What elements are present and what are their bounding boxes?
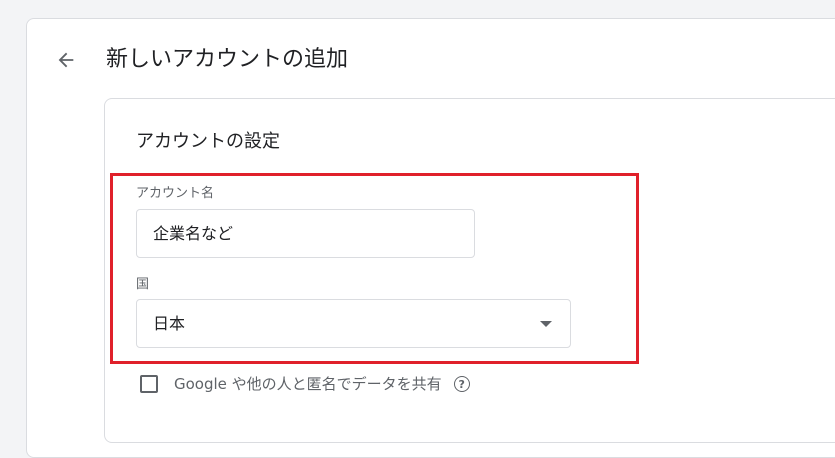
section-title: アカウントの設定 <box>136 131 280 152</box>
share-data-option: Google や他の人と匿名でデータを共有 ? <box>140 372 470 396</box>
page-title: 新しいアカウントの追加 <box>106 47 349 72</box>
share-data-checkbox[interactable] <box>140 375 158 393</box>
country-label: 国 <box>136 277 150 292</box>
dropdown-arrow-icon <box>540 321 552 327</box>
country-selected-value: 日本 <box>153 314 186 333</box>
share-data-label: Google や他の人と匿名でデータを共有 <box>174 375 442 393</box>
back-button[interactable] <box>50 44 82 76</box>
account-name-label: アカウント名 <box>136 186 215 201</box>
help-circle-icon[interactable]: ? <box>453 376 470 392</box>
arrow-left-icon <box>58 52 74 68</box>
account-name-input[interactable] <box>136 209 475 258</box>
country-select[interactable]: 日本 <box>136 299 571 348</box>
